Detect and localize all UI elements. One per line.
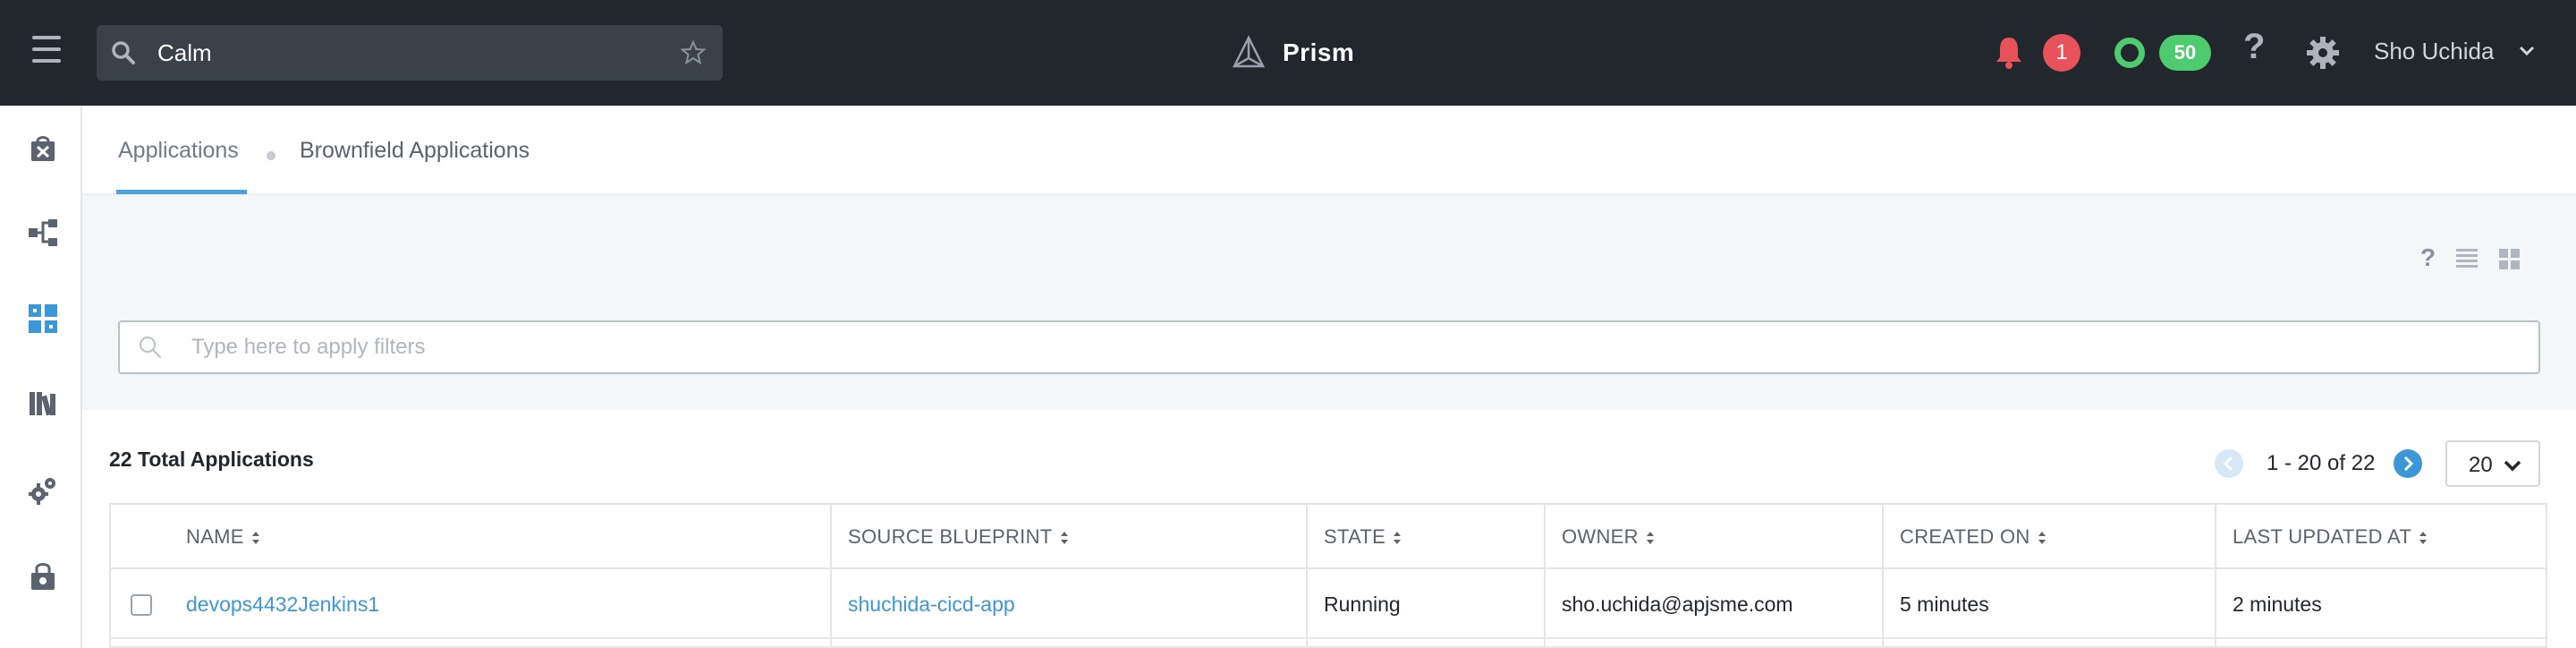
column-header-label: LAST UPDATED AT [2233,525,2412,548]
sort-icon [2038,532,2046,545]
tab-separator-dot [267,151,275,160]
bell-icon[interactable] [1993,34,2025,70]
column-header-label: CREATED ON [1900,525,2030,548]
per-page-select[interactable]: 20 [2445,440,2540,487]
owner-cell: sho.uchida@apjsme.com [1562,593,1793,616]
table-row[interactable]: devops4432Jenkins1 shuchida-cicd-app Run… [111,569,2546,639]
per-page-value: 20 [2469,453,2493,477]
column-header-label: SOURCE BLUEPRINT [848,525,1053,548]
app-name-link[interactable]: devops4432Jenkins1 [186,569,379,639]
column-header-name[interactable]: NAME [186,505,260,569]
state-cell: Running [1324,593,1401,616]
applications-icon[interactable] [27,303,59,335]
health-count-badge[interactable]: 50 [2159,35,2211,71]
policies-lock-icon[interactable] [27,560,59,593]
row-select-checkbox[interactable] [131,594,152,616]
chevron-right-icon [2403,456,2414,472]
chevron-down-icon[interactable] [2519,45,2535,57]
sort-icon [2419,532,2428,545]
column-header-source-blueprint[interactable]: SOURCE BLUEPRINT [848,505,1069,569]
grid-view-icon[interactable] [2497,243,2522,272]
tab-bar: Applications Brownfield Applications [82,106,2576,195]
filter-input[interactable] [191,331,2428,363]
sort-icon [251,532,259,545]
column-header-state[interactable]: STATE [1324,505,1402,569]
column-header-label: STATE [1324,525,1386,548]
sort-icon [1394,532,1402,545]
brand-name: Prism [1283,38,1355,66]
column-header-label: OWNER [1562,525,1639,548]
created-on-cell: 5 minutes [1900,593,1989,616]
filter-box [118,320,2540,374]
help-button[interactable]: ? [2243,27,2265,67]
tab-brownfield-applications[interactable]: Brownfield Applications [300,138,530,164]
search-icon [112,41,135,64]
star-icon[interactable] [680,39,707,66]
list-view-icon[interactable] [2454,243,2479,272]
last-updated-cell: 2 minutes [2233,593,2322,616]
health-ring-icon[interactable] [2114,38,2145,68]
marketplace-bag-icon[interactable] [27,132,59,165]
sort-icon [1060,532,1068,545]
active-tab-underline [116,190,247,194]
pagination-next-button[interactable] [2394,449,2422,478]
applications-table: NAME SOURCE BLUEPRINT STATE OWNER CREATE… [109,503,2547,648]
search-icon [140,337,161,358]
user-menu-name[interactable]: Sho Uchida [2374,38,2494,65]
tab-applications[interactable]: Applications [118,138,239,164]
hamburger-icon[interactable] [32,36,61,63]
help-icon[interactable]: ? [2420,243,2436,272]
brand: Prism [1231,32,1354,73]
sort-icon [1646,532,1654,545]
total-applications-label: 22 Total Applications [109,448,314,471]
left-nav [0,106,82,648]
search-value[interactable]: Calm [157,38,212,68]
column-header-created-on[interactable]: CREATED ON [1900,505,2046,569]
library-icon[interactable] [27,387,59,419]
column-header-owner[interactable]: OWNER [1562,505,1655,569]
top-bar: Calm Prism 1 50 ? Sho Uchida [0,0,2576,106]
source-blueprint-link[interactable]: shuchida-cicd-app [848,569,1015,639]
global-search-box[interactable]: Calm [97,25,723,81]
pagination-prev-button[interactable] [2215,449,2243,478]
table-header: NAME SOURCE BLUEPRINT STATE OWNER CREATE… [111,505,2546,569]
chevron-left-icon [2223,456,2233,472]
chevron-down-icon [2504,460,2521,472]
blueprints-icon[interactable] [27,217,59,249]
column-header-label: NAME [186,525,244,548]
settings-gears-icon[interactable] [27,474,59,507]
prism-logo-icon [1232,35,1266,68]
pagination-range: 1 - 20 of 22 [2267,451,2376,475]
alerts-count-badge[interactable]: 1 [2043,34,2080,72]
column-header-last-updated-at[interactable]: LAST UPDATED AT [2233,505,2428,569]
gear-icon[interactable] [2304,34,2342,72]
